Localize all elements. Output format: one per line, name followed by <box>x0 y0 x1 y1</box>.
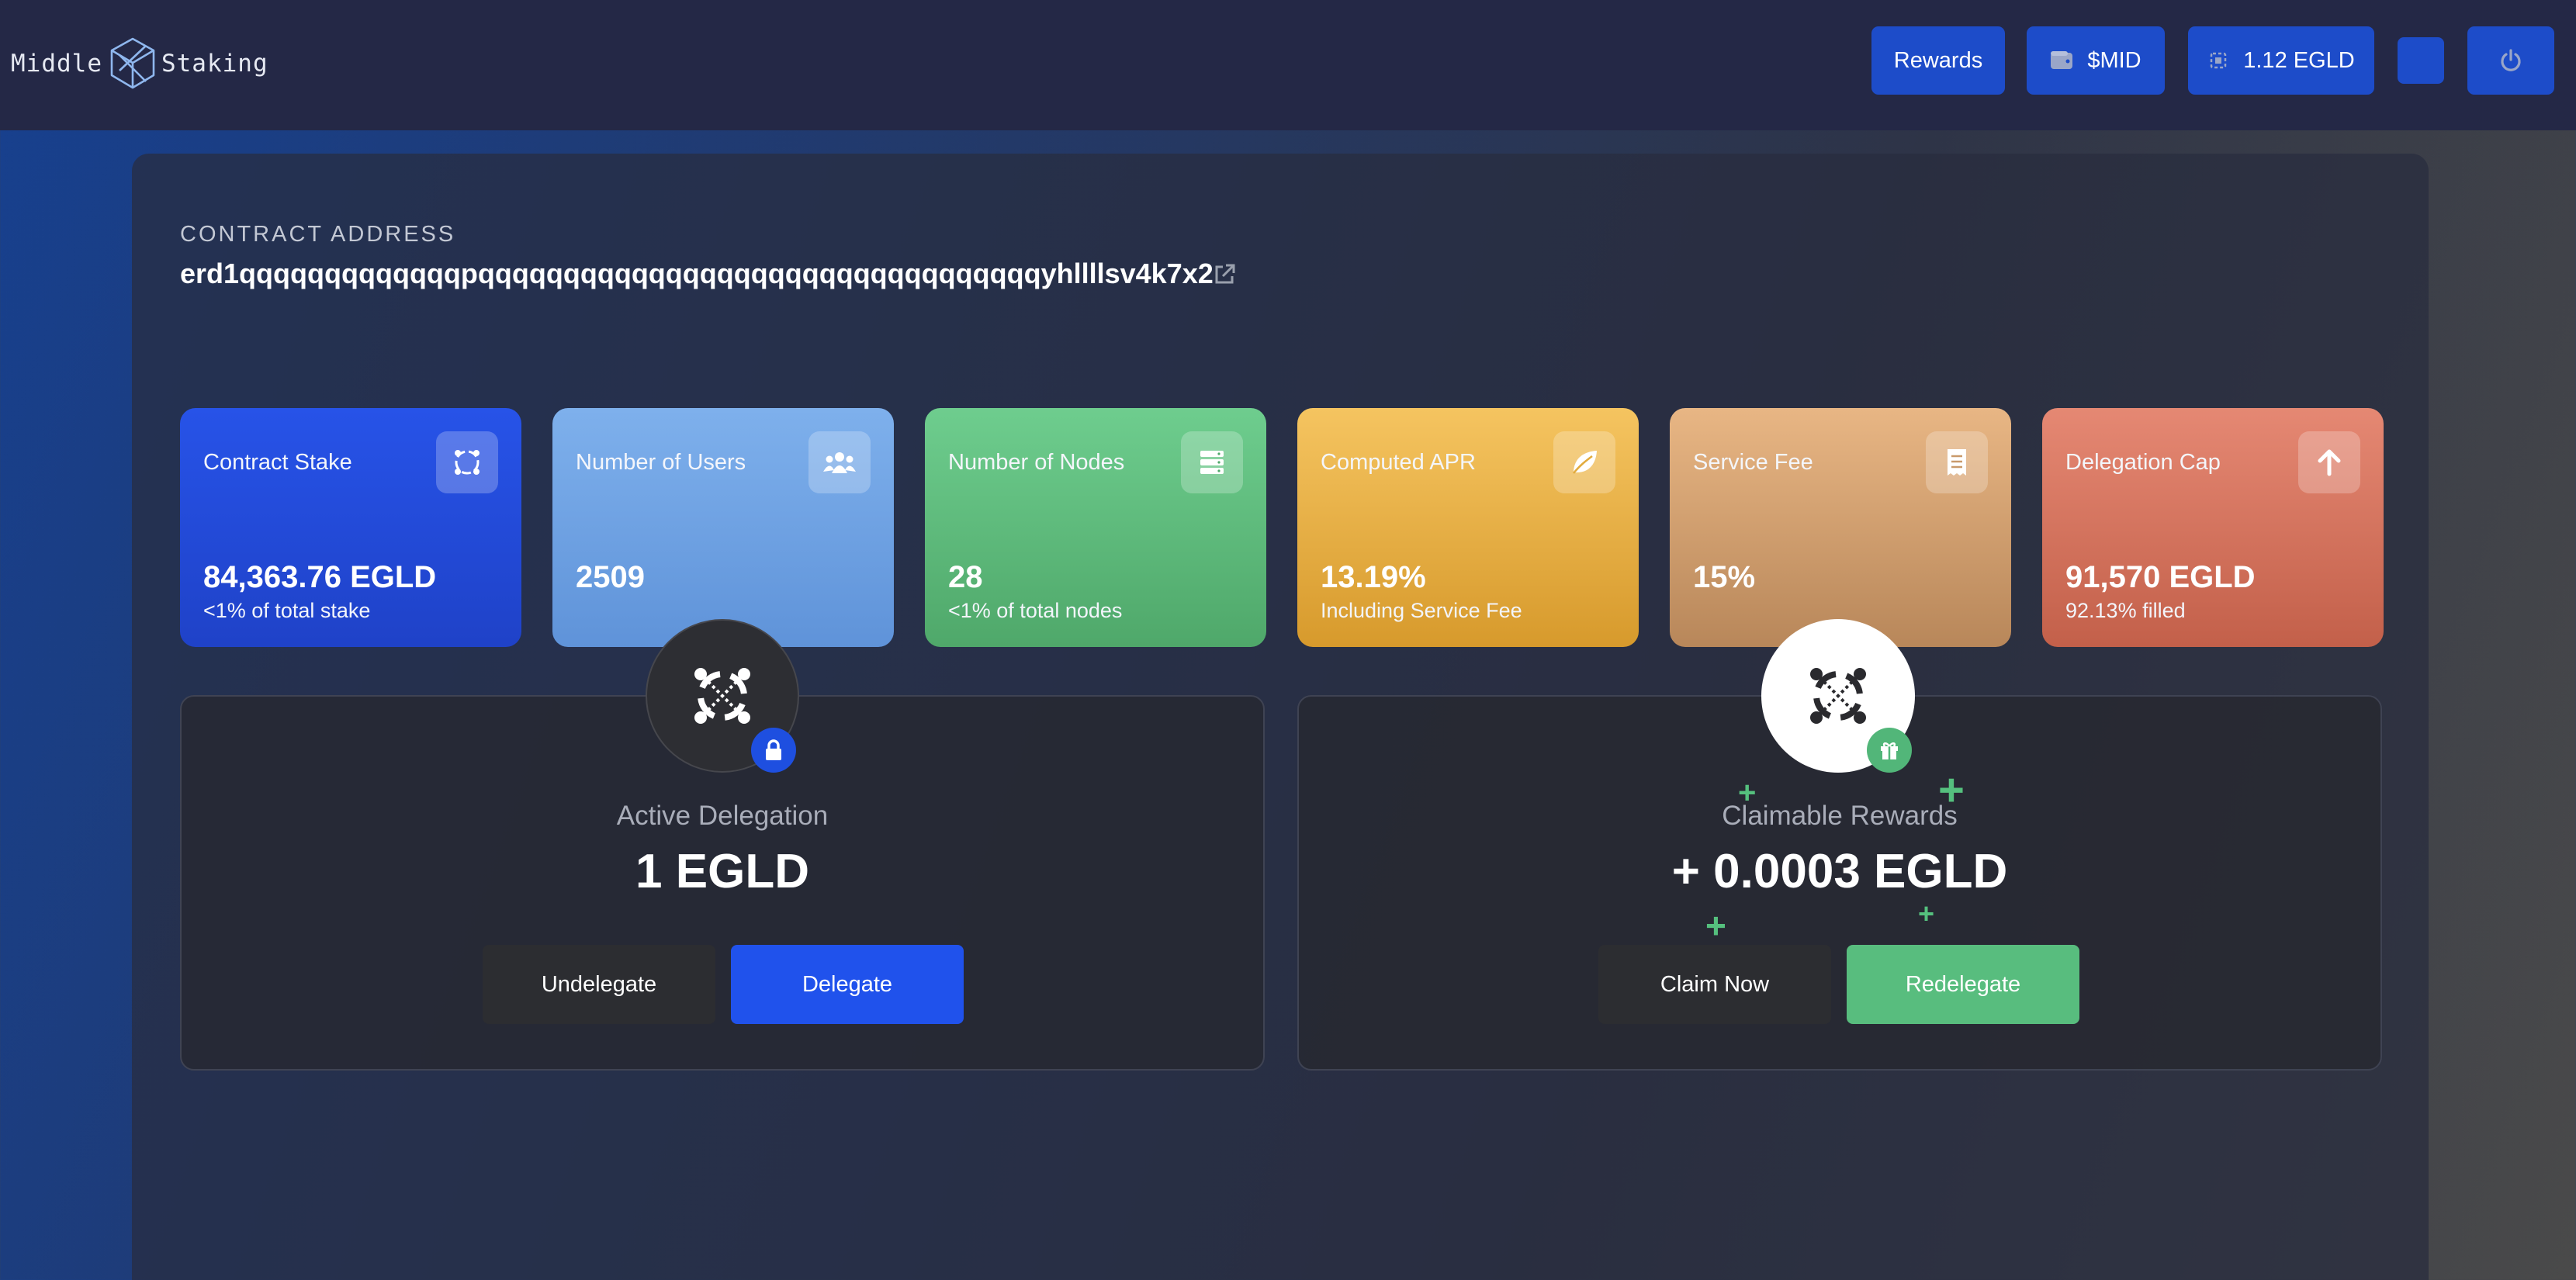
chip-icon <box>2211 52 2227 69</box>
logo-cube-icon <box>110 37 155 89</box>
undelegate-button[interactable]: Undelegate <box>483 945 715 1024</box>
stat-card-subtext: <1% of total nodes <box>948 599 1123 622</box>
users-icon-wrap <box>808 431 871 493</box>
stat-card-contract-stake: Contract Stake 84,363.76 EGLD <1% of tot… <box>180 408 521 647</box>
active-delegation-amount: 1 EGLD <box>635 845 809 898</box>
stat-card-title: Number of Nodes <box>948 450 1125 475</box>
stat-card-title: Number of Users <box>576 450 746 475</box>
server-icon-wrap <box>1181 431 1243 493</box>
leaf-icon-wrap <box>1553 431 1615 493</box>
arrow-up-icon <box>2318 449 2341 476</box>
gift-icon <box>1881 742 1898 759</box>
server-icon <box>1200 451 1224 474</box>
contract-address-value[interactable]: erd1qqqqqqqqqqqqqpqqqqqqqqqqqqqqqqqqqqqq… <box>180 258 1214 290</box>
wallet-icon <box>2051 51 2073 69</box>
stat-card-delegation-cap: Delegation Cap 91,570 EGLD 92.13% filled <box>2042 408 2384 647</box>
egld-icon-wrap <box>436 431 498 493</box>
mid-token-button[interactable]: $MID <box>2027 26 2165 95</box>
power-icon <box>2501 49 2521 71</box>
egld-logo-icon <box>1810 668 1866 724</box>
sparkle-plus-icon: + <box>1705 905 1726 946</box>
mid-token-label: $MID <box>2087 47 2141 73</box>
gift-badge <box>1867 728 1912 773</box>
rewards-button[interactable]: Rewards <box>1871 26 2005 95</box>
stat-card-subtext: Including Service Fee <box>1321 599 1522 622</box>
stat-card-title: Delegation Cap <box>2065 450 2221 475</box>
sparkle-plus-icon: + <box>1918 898 1935 929</box>
stat-card-title: Service Fee <box>1693 450 1813 475</box>
receipt-icon <box>1948 449 1966 476</box>
claimable-rewards-amount: + 0.0003 EGLD <box>1671 845 2008 898</box>
lock-icon <box>766 739 781 760</box>
stat-card-value: 2509 <box>576 560 645 594</box>
logo-text-left: Middle <box>11 50 102 78</box>
egld-logo-icon <box>694 668 750 724</box>
account-button[interactable] <box>2398 37 2444 84</box>
logo-text-right: Staking <box>161 50 268 78</box>
lock-badge <box>751 728 796 773</box>
claimable-rewards-label: Claimable Rewards <box>1722 801 1958 831</box>
delegate-button[interactable]: Delegate <box>731 945 964 1024</box>
stat-card-subtext: 92.13% filled <box>2065 599 2186 622</box>
external-link-icon[interactable] <box>1212 262 1237 287</box>
leaf-icon <box>1573 451 1597 474</box>
rewards-button-label: Rewards <box>1893 47 1983 73</box>
egld-icon <box>455 450 480 475</box>
top-navbar: Middle Staking Rewards $MID 1.12 EGLD <box>0 0 2576 130</box>
users-icon <box>823 452 856 473</box>
stat-card-nodes: Number of Nodes 28 <1% of total nodes <box>925 408 1266 647</box>
balance-button[interactable]: 1.12 EGLD <box>2188 26 2374 95</box>
receipt-icon-wrap <box>1926 431 1988 493</box>
redelegate-button[interactable]: Redelegate <box>1847 945 2079 1024</box>
stat-card-title: Computed APR <box>1321 450 1476 475</box>
contract-address-label: CONTRACT ADDRESS <box>180 222 456 247</box>
active-delegation-label: Active Delegation <box>616 801 829 831</box>
logo[interactable]: Middle Staking <box>11 33 268 95</box>
claim-now-button[interactable]: Claim Now <box>1598 945 1831 1024</box>
stat-card-users: Number of Users 2509 <box>552 408 894 647</box>
stat-card-title: Contract Stake <box>203 450 352 475</box>
stat-card-value: 15% <box>1693 560 1756 594</box>
stat-card-value: 84,363.76 EGLD <box>203 560 437 594</box>
stat-card-service-fee: Service Fee 15% <box>1670 408 2011 647</box>
stat-card-value: 13.19% <box>1321 560 1426 594</box>
logout-button[interactable] <box>2467 26 2554 95</box>
stat-card-subtext: <1% of total stake <box>203 599 371 622</box>
stat-card-apr: Computed APR 13.19% Including Service Fe… <box>1297 408 1639 647</box>
stat-card-value: 91,570 EGLD <box>2065 560 2256 594</box>
arrow-up-icon-wrap <box>2298 431 2360 493</box>
stat-card-value: 28 <box>948 560 983 594</box>
balance-label: 1.12 EGLD <box>2243 47 2355 73</box>
